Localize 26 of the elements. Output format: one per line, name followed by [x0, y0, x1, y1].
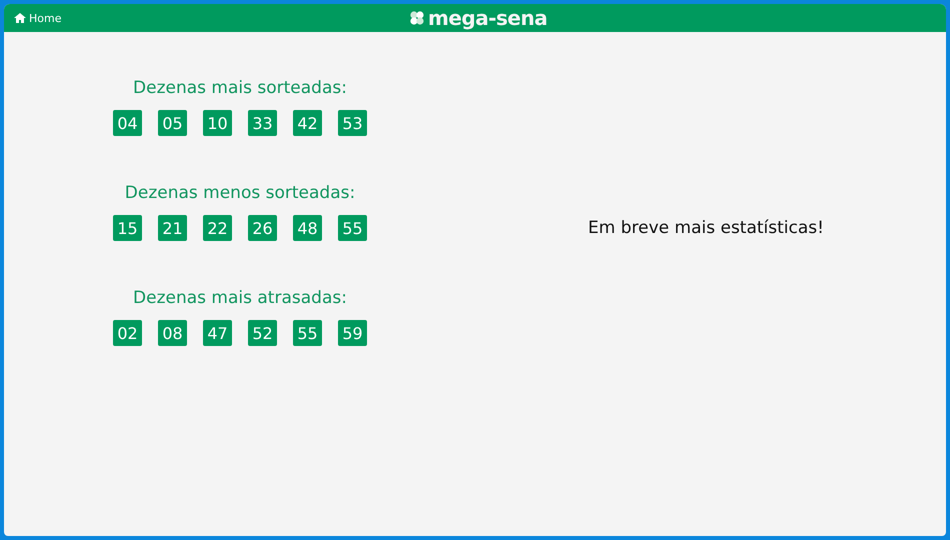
notice-text: Em breve mais estatísticas!	[588, 218, 824, 238]
number-tile: 53	[338, 110, 367, 136]
number-tile: 26	[248, 215, 277, 241]
number-tile: 21	[158, 215, 187, 241]
home-icon	[14, 13, 26, 23]
number-tile: 02	[113, 320, 142, 346]
number-tile: 52	[248, 320, 277, 346]
number-tile: 33	[248, 110, 277, 136]
number-tile: 10	[203, 110, 232, 136]
number-tile: 47	[203, 320, 232, 346]
number-tile: 42	[293, 110, 322, 136]
section-title: Dezenas menos sorteadas:	[124, 183, 356, 203]
number-tile: 55	[293, 320, 322, 346]
home-link[interactable]: Home	[14, 12, 62, 24]
section-title: Dezenas mais sorteadas:	[133, 78, 347, 98]
number-tile: 04	[113, 110, 142, 136]
number-tile: 22	[203, 215, 232, 241]
number-tile: 08	[158, 320, 187, 346]
logo-text: mega-sena	[428, 7, 548, 29]
number-tile: 15	[113, 215, 142, 241]
clover-icon	[409, 10, 425, 26]
number-tile: 48	[293, 215, 322, 241]
number-tile: 55	[338, 215, 367, 241]
section-title: Dezenas mais atrasadas:	[133, 288, 347, 308]
number-tile: 05	[158, 110, 187, 136]
number-tile: 59	[338, 320, 367, 346]
